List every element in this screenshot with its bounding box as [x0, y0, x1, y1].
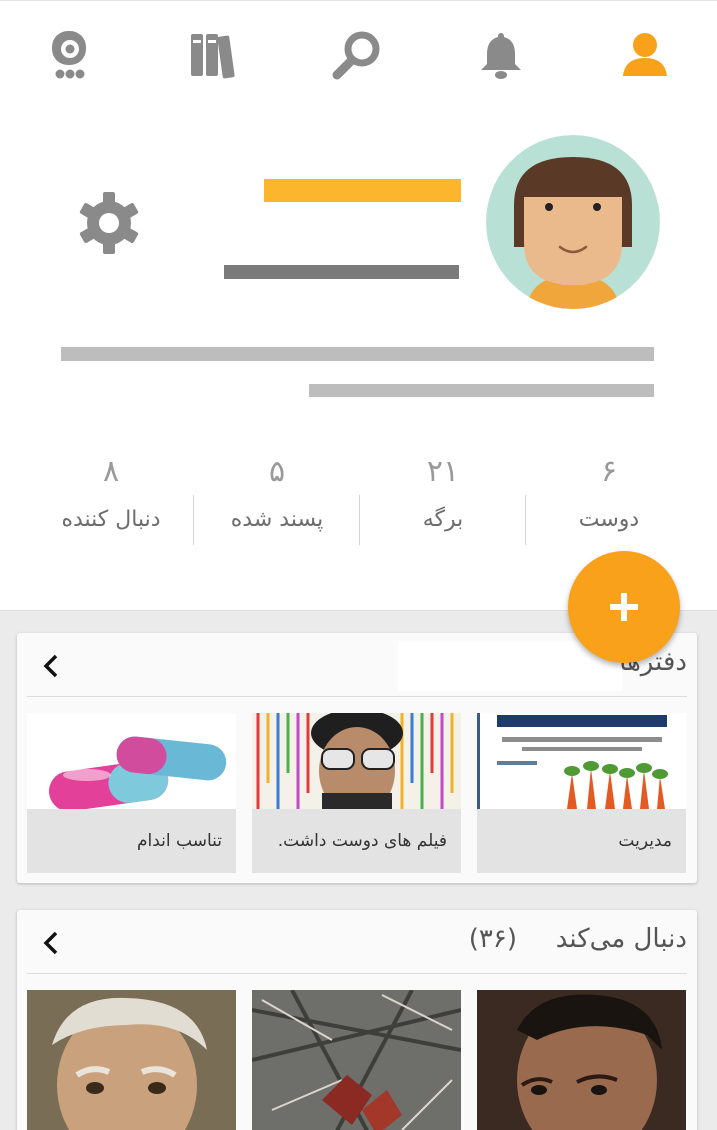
chevron-left-icon[interactable]: [39, 653, 65, 679]
notebook-caption: فیلم های دوست داشت.: [252, 809, 461, 873]
notebook-tile-fitness[interactable]: تناسب اندام: [27, 713, 236, 873]
following-user-photo[interactable]: [252, 990, 461, 1130]
profile-username: [224, 265, 459, 279]
stat-label: دوست: [578, 507, 640, 532]
notebook-tile-films[interactable]: فیلم های دوست داشت.: [252, 713, 461, 873]
stat-friends[interactable]: ۶ دوست: [526, 440, 692, 550]
search-icon[interactable]: [329, 27, 385, 83]
avatar[interactable]: [486, 135, 660, 309]
stat-pins[interactable]: ۲۱ برگه: [360, 440, 526, 550]
profile-bio-line: [309, 384, 654, 397]
notebook-caption: تناسب اندام: [27, 809, 236, 873]
add-button[interactable]: [568, 551, 680, 663]
stat-liked[interactable]: ۵ پسند شده: [194, 440, 360, 550]
following-count: (۳۶): [468, 924, 517, 954]
following-user-photo[interactable]: [27, 990, 236, 1130]
book-cover-image: [477, 713, 686, 809]
following-card: دنبال می‌کند (۳۶): [17, 910, 697, 1130]
profile-name: [264, 179, 461, 202]
settings-icon[interactable]: [74, 188, 144, 258]
profile-icon[interactable]: [617, 27, 673, 83]
stat-followers[interactable]: ۸ دنبال کننده: [28, 440, 194, 550]
chevron-left-icon[interactable]: [39, 930, 65, 956]
stat-value: ۶: [600, 454, 618, 489]
notebook-tile-management[interactable]: مدیریت: [477, 713, 686, 873]
notifications-icon[interactable]: [473, 27, 529, 83]
following-title: دنبال می‌کند: [555, 924, 687, 954]
stat-label: برگه: [422, 507, 464, 532]
chat-bot-icon[interactable]: [41, 27, 97, 83]
following-header[interactable]: دنبال می‌کند (۳۶): [27, 910, 687, 974]
stat-value: ۸: [102, 454, 120, 489]
library-icon[interactable]: [185, 27, 241, 83]
stat-label: دنبال کننده: [61, 507, 161, 532]
profile-bio-line: [61, 347, 654, 361]
following-user-photo[interactable]: [477, 990, 686, 1130]
notebooks-card: دفترها مدیریت فیلم های دوست داشت. تناسب …: [17, 633, 697, 883]
stat-value: ۵: [268, 454, 286, 489]
stat-value: ۲۱: [426, 454, 460, 489]
notebook-caption: مدیریت: [477, 809, 686, 873]
capsules-image: [27, 713, 236, 809]
top-navigation: [0, 0, 717, 110]
stat-label: پسند شده: [230, 507, 324, 532]
plus-icon: [610, 593, 638, 621]
profile-stats: ۶ دوست ۲۱ برگه ۵ پسند شده ۸ دنبال کننده: [28, 440, 692, 550]
portrait-image: [252, 713, 461, 809]
